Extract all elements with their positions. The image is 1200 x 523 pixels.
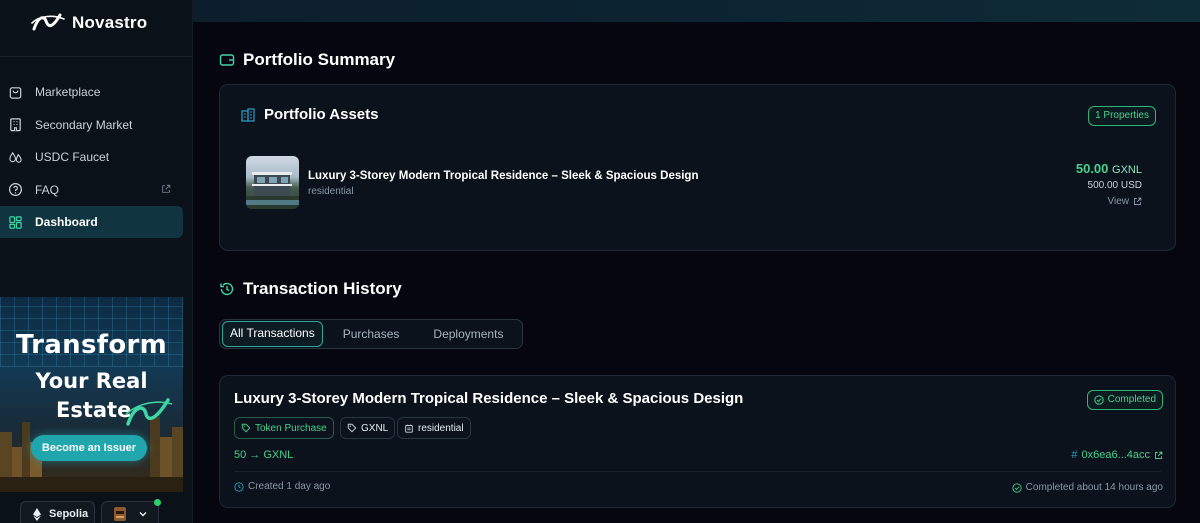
tag-icon (347, 423, 357, 433)
section-title: Portfolio Assets (264, 106, 379, 123)
buildings-icon (240, 107, 256, 123)
promo-swoosh-icon (124, 394, 174, 430)
sidebar-item-marketplace[interactable]: Marketplace (0, 76, 183, 108)
view-asset-link[interactable]: View (1108, 196, 1143, 207)
tag-icon (241, 423, 251, 433)
section-title: Transaction History (243, 279, 402, 298)
account-menu-button[interactable] (101, 499, 161, 523)
building-icon (404, 423, 414, 433)
sidebar-item-label: Marketplace (35, 85, 101, 99)
sidebar-item-label: Secondary Market (35, 117, 133, 132)
sidebar-item-label: FAQ (35, 182, 60, 197)
issuer-promo-banner: Transform Your Real Estate Become an Iss… (0, 297, 183, 492)
external-link-icon (1133, 197, 1142, 206)
tag-label: residential (418, 422, 464, 434)
sidebar-item-secondary-market[interactable]: Secondary Market (0, 109, 183, 141)
dashboard-icon (8, 215, 23, 230)
promo-headline-line3: Estate (56, 398, 132, 422)
transaction-completed-time: Completed about 14 hours ago (1012, 482, 1163, 493)
asset-category: residential (308, 186, 354, 197)
transaction-amount: 50 → GXNL (234, 449, 294, 461)
completed-text: Completed about 14 hours ago (1025, 482, 1163, 493)
portfolio-assets-heading: Portfolio Assets (240, 106, 378, 123)
status-badge: Completed (1086, 390, 1163, 410)
become-issuer-button[interactable]: Become an Issuer (31, 435, 147, 461)
sidebar-item-faq[interactable]: FAQ (0, 174, 183, 206)
sidebar-divider (0, 56, 193, 57)
transaction-hash: 0x6ea6...4acc (1081, 449, 1151, 461)
external-link-icon (1154, 451, 1163, 460)
external-link-icon (161, 184, 171, 194)
sidebar: Novastro Marketplace Secondary Market US… (0, 0, 193, 523)
transaction-hash-link[interactable]: # 0x6ea6...4acc (1071, 449, 1163, 461)
sidebar-nav: Marketplace Secondary Market USDC Faucet… (0, 76, 193, 239)
promo-headline-line1: Transform (15, 330, 168, 360)
property-thumbnail[interactable] (246, 156, 299, 209)
check-circle-icon (1093, 395, 1104, 405)
sidebar-item-dashboard[interactable]: Dashboard (0, 206, 183, 238)
ethereum-icon (33, 507, 41, 521)
portfolio-assets-card: Portfolio Assets 1 Properties Luxury 3-S… (219, 84, 1176, 251)
transaction-title: Luxury 3-Storey Modern Tropical Residenc… (234, 390, 744, 407)
check-circle-icon (1012, 482, 1022, 493)
avatar (112, 506, 128, 522)
novastro-logo-icon (30, 11, 66, 35)
help-circle-icon (8, 182, 23, 197)
asset-amount-value: 50.00 (1075, 161, 1109, 176)
wallet-icon (219, 52, 235, 68)
tag-label: GXNL (361, 422, 389, 434)
sidebar-item-label: USDC Faucet (35, 150, 110, 164)
top-header-bar (193, 0, 1200, 22)
sidebar-item-usdc-faucet[interactable]: USDC Faucet (0, 141, 183, 173)
asset-token-amount: 50.00 GXNL (1076, 161, 1142, 176)
network-selector[interactable]: Sepolia (20, 501, 95, 523)
tab-deployments[interactable]: Deployments (425, 321, 511, 347)
asset-usd-value: 500.00 USD (1087, 180, 1142, 191)
tab-purchases[interactable]: Purchases (335, 321, 408, 347)
sidebar-item-label: Dashboard (35, 215, 98, 229)
building-icon (8, 117, 23, 132)
tab-all-transactions[interactable]: All Transactions (222, 321, 323, 347)
view-link-label: View (1107, 196, 1130, 207)
token-symbol-tag: GXNL (340, 417, 396, 439)
created-text: Created 1 day ago (248, 481, 331, 492)
history-icon (219, 281, 235, 297)
promo-headline-line2: Your Real (35, 369, 148, 393)
connected-status-dot (154, 499, 161, 506)
status-text: Completed (1107, 394, 1156, 405)
asset-name[interactable]: Luxury 3-Storey Modern Tropical Residenc… (308, 170, 698, 182)
transaction-history-heading: Transaction History (219, 279, 402, 299)
card-divider (234, 471, 1161, 472)
property-category-tag: residential (397, 417, 471, 439)
transaction-card[interactable]: Luxury 3-Storey Modern Tropical Residenc… (219, 375, 1176, 508)
clock-icon (234, 481, 244, 492)
network-name: Sepolia (49, 508, 89, 520)
shopping-bag-icon (8, 85, 23, 100)
tag-label: Token Purchase (255, 422, 327, 434)
brand-logo[interactable]: Novastro (30, 10, 147, 36)
droplets-icon (8, 150, 23, 165)
chevron-down-icon (138, 509, 148, 519)
transaction-type-tag: Token Purchase (234, 417, 334, 439)
hash-icon: # (1071, 449, 1078, 461)
properties-count-badge: 1 Properties (1088, 106, 1156, 126)
transaction-filter-tabs: All Transactions Purchases Deployments (219, 319, 523, 349)
page-title: Portfolio Summary (243, 50, 396, 69)
portfolio-summary-heading: Portfolio Summary (219, 50, 395, 70)
brand-name: Novastro (72, 13, 148, 32)
transaction-created-time: Created 1 day ago (234, 481, 330, 492)
asset-amount-unit: GXNL (1112, 164, 1142, 176)
